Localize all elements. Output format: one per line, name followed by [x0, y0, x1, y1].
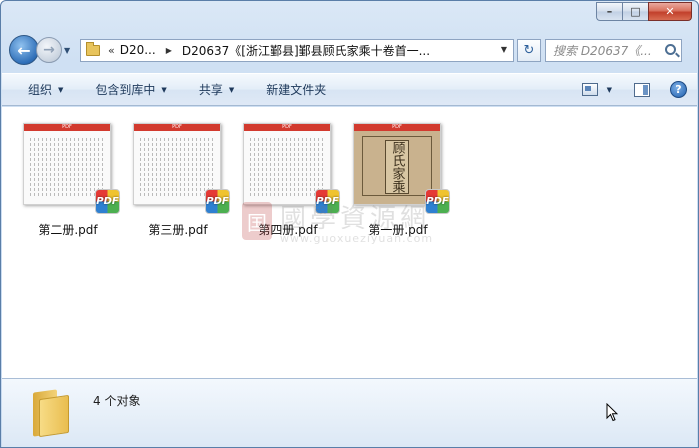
refresh-icon: ↻ [523, 42, 535, 58]
breadcrumb-current[interactable]: D20637《[浙江鄞县]鄞县顾氏家乘十卷首一... [182, 42, 430, 59]
search-placeholder: 搜索 D20637《... [553, 43, 652, 58]
folder-icon [86, 41, 100, 56]
recent-pages-dropdown[interactable]: ▼ [64, 46, 76, 55]
thumbnail-header: PDF [354, 124, 440, 131]
view-controls: ▼ ? [581, 74, 687, 105]
chevron-down-icon: ▼ [228, 85, 235, 94]
pdf-icon: PDF [425, 189, 450, 214]
address-bar[interactable]: « D20... ▶ D20637《[浙江鄞县]鄞县顾氏家乘十卷首一... ▼ [80, 38, 514, 62]
cover-title: 顾氏家乘 [385, 140, 409, 194]
close-button[interactable]: ✕ [648, 2, 692, 21]
include-library-label: 包含到库中 [95, 83, 156, 97]
change-view-icon[interactable] [581, 83, 598, 96]
thumbnail-header: PDF [244, 124, 330, 131]
include-in-library-menu[interactable]: 包含到库中 ▼ [95, 74, 166, 105]
refresh-button[interactable]: ↻ [517, 38, 541, 62]
folder-icon [29, 389, 69, 438]
organize-label: 组织 [28, 83, 53, 97]
pdf-icon: PDF [205, 189, 230, 214]
search-input[interactable]: 搜索 D20637《... [545, 38, 682, 62]
thumbnail-text-lines [30, 136, 104, 198]
maximize-button[interactable]: □ [622, 2, 648, 21]
chevron-down-icon: ▼ [161, 85, 167, 94]
forward-arrow-icon: → [43, 42, 55, 58]
pdf-icon: PDF [95, 189, 120, 214]
thumbnail-header: PDF [24, 124, 110, 131]
share-label: 共享 [198, 83, 223, 97]
search-icon[interactable] [665, 43, 676, 55]
command-bar: 组织 ▼ 包含到库中 ▼ 共享 ▼ 新建文件夹 ▼ ? [2, 73, 697, 106]
thumbnail-header: PDF [134, 124, 220, 131]
file-name[interactable]: 第一册.pdf [346, 221, 450, 238]
share-menu[interactable]: 共享 ▼ [199, 74, 234, 105]
preview-pane-icon[interactable] [634, 82, 650, 97]
chevron-down-icon: ▼ [58, 85, 64, 94]
thumbnail-text-lines [140, 136, 214, 198]
back-arrow-icon: ← [17, 40, 31, 60]
forward-button[interactable]: → [36, 37, 62, 63]
breadcrumb-chevron-icon[interactable]: ▶ [166, 46, 172, 55]
back-button[interactable]: ← [9, 35, 39, 65]
view-dropdown-icon[interactable]: ▼ [607, 86, 612, 94]
breadcrumb-item[interactable]: D20... [120, 43, 156, 57]
file-name[interactable]: 第三册.pdf [126, 221, 230, 238]
breadcrumb-overflow[interactable]: « [108, 44, 115, 57]
new-folder-label: 新建文件夹 [266, 83, 327, 97]
file-name[interactable]: 第二册.pdf [16, 221, 120, 238]
address-dropdown-icon[interactable]: ▼ [501, 45, 507, 54]
details-pane: 4 个对象 [2, 378, 697, 447]
explorer-window: – □ ✕ ← → ▼ « D20... ▶ D20637《[浙江鄞县]鄞县顾氏… [0, 0, 699, 448]
pdf-icon: PDF [315, 189, 340, 214]
organize-menu[interactable]: 组织 ▼ [28, 74, 63, 105]
new-folder-button[interactable]: 新建文件夹 [266, 74, 326, 105]
file-name[interactable]: 第四册.pdf [236, 221, 340, 238]
item-count: 4 个对象 [93, 394, 141, 408]
help-icon[interactable]: ? [670, 81, 687, 98]
thumbnail-text-lines [250, 136, 324, 198]
navigation-bar: ← → ▼ « D20... ▶ D20637《[浙江鄞县]鄞县顾氏家乘十卷首一… [9, 35, 690, 65]
file-list[interactable]: PDF PDF 第二册.pdf PDF PDF 第三册.pdf PDF PDF … [2, 107, 697, 379]
minimize-button[interactable]: – [596, 2, 622, 21]
caption-buttons: – □ ✕ [596, 2, 692, 21]
